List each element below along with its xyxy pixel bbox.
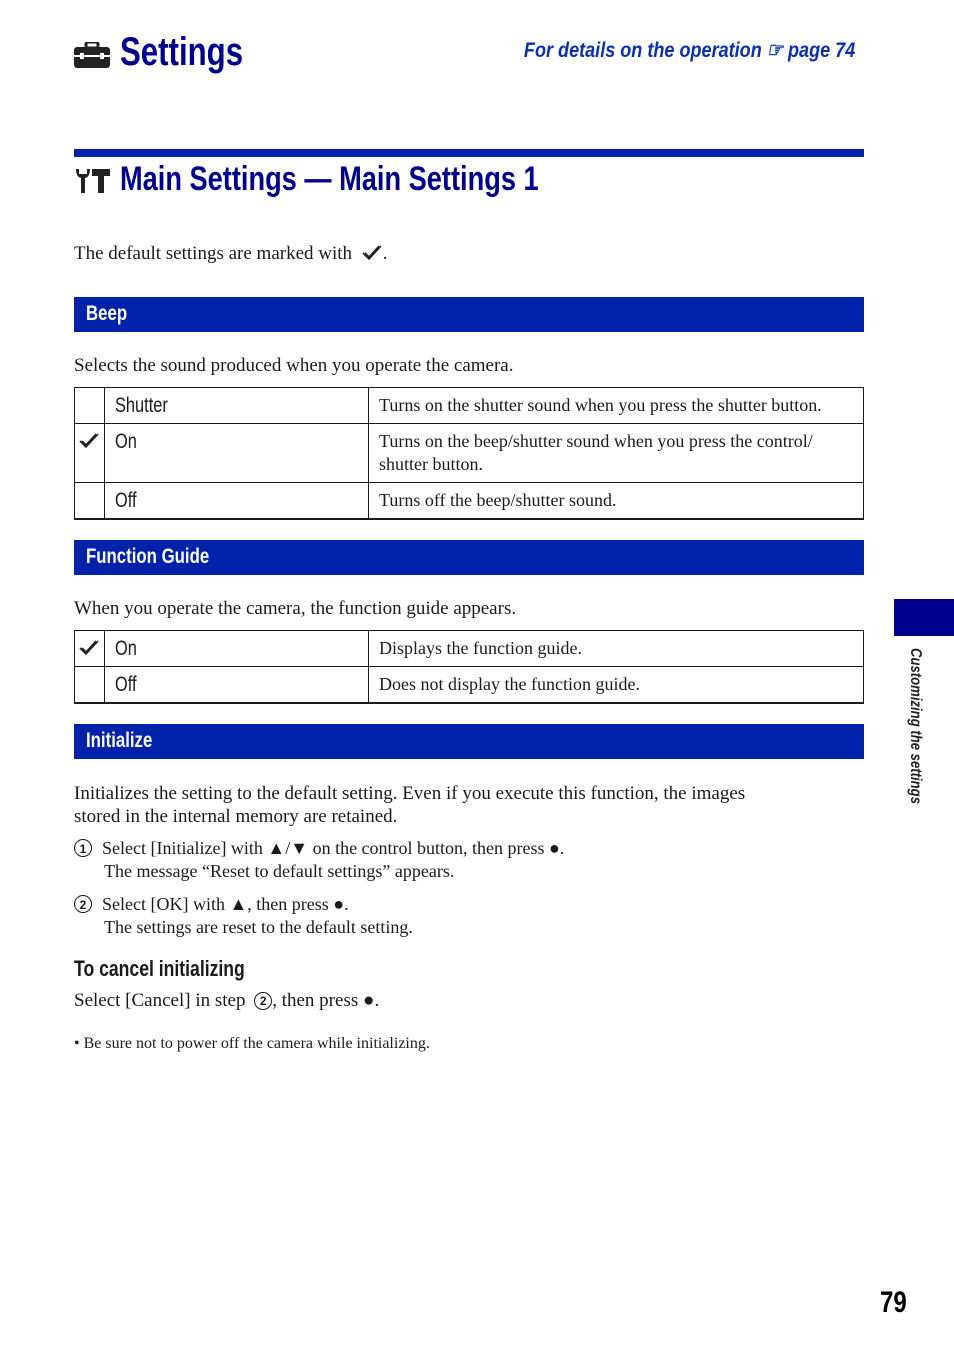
- step-number: 2: [74, 895, 92, 913]
- checkmark-icon: [362, 245, 382, 261]
- option-name: On: [115, 637, 137, 660]
- initialize-heading-bar: Initialize: [74, 724, 864, 759]
- option-description: Displays the function guide.: [368, 630, 864, 667]
- step-subtext: The settings are reset to the default se…: [104, 917, 413, 937]
- reference-page[interactable]: page 74: [788, 39, 855, 62]
- default-marker-period: .: [382, 243, 388, 264]
- chapter-label: Customizing the settings: [902, 648, 926, 848]
- beep-heading-bar: Beep: [74, 297, 864, 332]
- section-title-text: Main Settings — Main Settings 1: [120, 160, 539, 198]
- initialize-description-line: stored in the internal memory are retain…: [74, 806, 398, 827]
- chapter-tab[interactable]: [894, 599, 954, 636]
- table-row[interactable]: On Turns on the beep/shutter sound when …: [74, 423, 864, 483]
- wrench-hammer-icon: [76, 168, 110, 193]
- table-row[interactable]: Off Does not display the function guide.: [74, 666, 864, 704]
- default-marker-text: The default settings are marked with: [74, 243, 353, 264]
- step-number: 1: [74, 839, 92, 857]
- step-text: Select [OK] with ▲, then press ●.: [102, 894, 349, 914]
- default-cell: [74, 387, 105, 424]
- option-description: Turns on the beep/shutter sound when you…: [368, 423, 864, 483]
- initialize-description-line: Initializes the setting to the default s…: [74, 783, 746, 804]
- initialize-description: Initializes the setting to the default s…: [74, 782, 745, 828]
- cancel-text: Select [Cancel] in step: [74, 990, 246, 1011]
- cancel-heading: To cancel initializing: [74, 956, 245, 981]
- option-name: On: [115, 430, 137, 453]
- beep-heading: Beep: [86, 302, 128, 325]
- page-title: Settings: [74, 30, 278, 75]
- function-guide-heading-bar: Function Guide: [74, 540, 864, 575]
- option-name: Shutter: [115, 394, 168, 417]
- option-description: Turns on the shutter sound when you pres…: [368, 387, 864, 424]
- checkmark-icon: [79, 433, 99, 449]
- reference-text: For details on the operation: [523, 39, 762, 62]
- pointing-hand-icon: ☞: [766, 39, 783, 62]
- page-title-text: Settings: [120, 30, 244, 74]
- cancel-text-end: , then press ●.: [272, 990, 380, 1011]
- table-row[interactable]: Off Turns off the beep/shutter sound.: [74, 482, 864, 520]
- default-cell: [74, 630, 105, 667]
- option-description: Does not display the function guide.: [368, 666, 864, 704]
- toolbox-icon: [74, 41, 110, 68]
- cancel-instructions: Select [Cancel] in step 2, then press ●.: [74, 989, 379, 1012]
- option-name: Off: [115, 489, 137, 512]
- function-guide-description: When you operate the camera, the functio…: [74, 598, 517, 619]
- default-cell: [74, 666, 105, 704]
- option-description: Turns off the beep/shutter sound.: [368, 482, 864, 520]
- step-number-ref: 2: [254, 992, 273, 1010]
- beep-description: Selects the sound produced when you oper…: [74, 355, 514, 376]
- section-title: Main Settings — Main Settings 1: [74, 160, 643, 199]
- function-guide-heading: Function Guide: [86, 545, 210, 568]
- warning-note: • Be sure not to power off the camera wh…: [74, 1035, 430, 1052]
- default-cell: [74, 482, 105, 520]
- step-1: 1 Select [Initialize] with ▲/▼ on the con…: [74, 837, 564, 883]
- chapter-label-text: Customizing the settings: [907, 648, 924, 804]
- default-cell: [74, 423, 105, 483]
- beep-options-table: Shutter Turns on the shutter sound when …: [74, 387, 864, 520]
- section-divider: [74, 149, 864, 157]
- default-marker-note: The default settings are marked with .: [74, 242, 388, 265]
- step-text: Select [Initialize] with ▲/▼ on the cont…: [102, 838, 565, 858]
- step-2: 2 Select [OK] with ▲, then press ●. The s…: [74, 893, 413, 939]
- initialize-heading: Initialize: [86, 729, 153, 752]
- table-row[interactable]: On Displays the function guide.: [74, 630, 864, 667]
- page-number: 79: [880, 1286, 907, 1319]
- function-guide-options-table: On Displays the function guide. Off Does…: [74, 630, 864, 704]
- table-row[interactable]: Shutter Turns on the shutter sound when …: [74, 387, 864, 424]
- checkmark-icon: [79, 640, 99, 656]
- option-name: Off: [115, 673, 137, 696]
- operation-reference-link[interactable]: For details on the operation ☞ page 74: [524, 38, 855, 63]
- step-subtext: The message “Reset to default settings” …: [104, 861, 455, 881]
